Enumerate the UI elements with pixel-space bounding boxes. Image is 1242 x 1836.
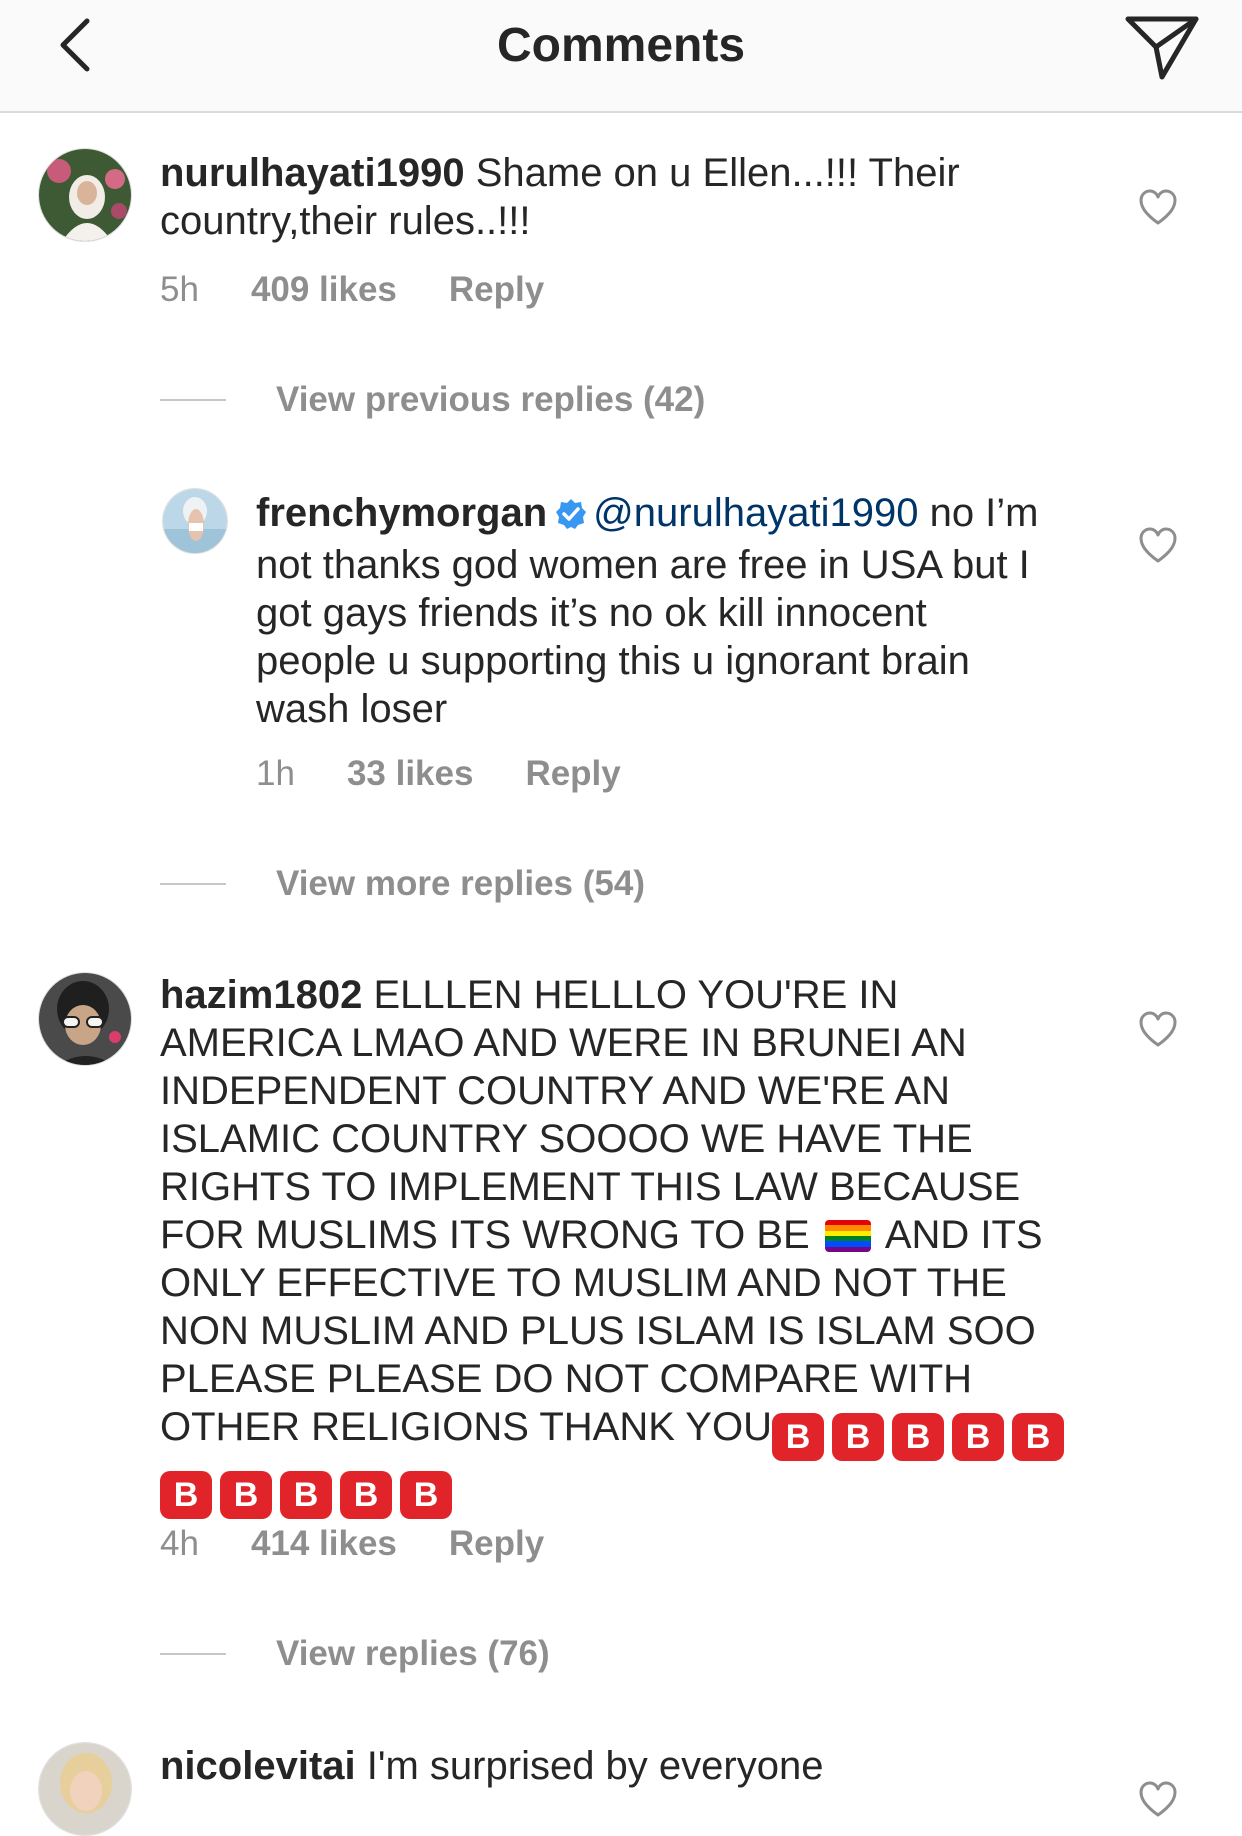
- rainbow-flag-emoji: [824, 1220, 871, 1252]
- view-replies-button[interactable]: View replies (76): [160, 1634, 550, 1674]
- b-button-emoji: B: [280, 1471, 332, 1519]
- b-button-emoji: B: [951, 1413, 1004, 1461]
- comment-time: 4h: [160, 1524, 199, 1563]
- verified-badge-icon: [555, 493, 587, 541]
- view-more-label: View more replies (54): [276, 864, 645, 903]
- view-replies-label: View previous replies (42): [276, 380, 706, 419]
- heart-outline-icon: [1139, 527, 1177, 563]
- b-button-emoji: B: [160, 1471, 212, 1519]
- comment-time: 5h: [160, 270, 199, 309]
- avatar[interactable]: [38, 972, 132, 1066]
- b-button-emoji: B: [891, 1413, 944, 1461]
- heart-outline-icon: [1139, 1011, 1177, 1047]
- b-button-emoji: B: [771, 1413, 824, 1461]
- reply-avatar[interactable]: [162, 488, 228, 554]
- like-button[interactable]: [1138, 1010, 1178, 1050]
- comment-text: hazim1802 ELLLEN HELLLO YOU'RE IN AMERIC…: [160, 971, 1080, 1519]
- reply-reply-button[interactable]: Reply: [525, 754, 620, 794]
- like-button[interactable]: [1138, 1780, 1178, 1820]
- likes-count[interactable]: 409 likes: [251, 270, 397, 310]
- divider: [160, 883, 226, 885]
- share-button[interactable]: [1122, 8, 1202, 88]
- b-button-emoji: B: [831, 1413, 884, 1461]
- reply-text: frenchymorgan @nurulhayati1990 no I’m not…: [256, 489, 1056, 733]
- b-button-emoji: B: [1011, 1413, 1064, 1461]
- comment-content: I'm surprised by everyone: [366, 1744, 824, 1788]
- b-button-emoji: B: [340, 1471, 392, 1519]
- heart-outline-icon: [1139, 189, 1177, 225]
- reply-like-button[interactable]: [1138, 526, 1178, 566]
- comment-text: nicolevitai I'm surprised by everyone: [160, 1742, 1040, 1790]
- page-title: Comments: [496, 19, 746, 72]
- comment-username[interactable]: nurulhayati1990: [160, 151, 465, 195]
- comment-text: nurulhayati1990 Shame on u Ellen...!!! T…: [160, 149, 1040, 245]
- comment-meta: 5h 409 likes Reply: [160, 270, 544, 310]
- reply-meta: 1h 33 likes Reply: [256, 754, 621, 794]
- reply-username[interactable]: frenchymorgan: [256, 491, 547, 535]
- comment-username[interactable]: nicolevitai: [160, 1744, 356, 1788]
- view-replies-label: View replies (76): [276, 1634, 550, 1673]
- avatar[interactable]: [38, 148, 132, 242]
- likes-count[interactable]: 414 likes: [251, 1524, 397, 1564]
- b-button-emoji: B: [220, 1471, 272, 1519]
- reply-time: 1h: [256, 754, 295, 793]
- heart-outline-icon: [1139, 1781, 1177, 1817]
- comment-meta: 4h 414 likes Reply: [160, 1524, 544, 1564]
- reply-button[interactable]: Reply: [449, 1524, 544, 1564]
- avatar[interactable]: [38, 1742, 132, 1836]
- reply-likes-count[interactable]: 33 likes: [347, 754, 474, 794]
- comment-username[interactable]: hazim1802: [160, 973, 362, 1017]
- view-previous-replies-button[interactable]: View previous replies (42): [160, 380, 705, 420]
- divider: [160, 1653, 226, 1655]
- b-button-emoji: B: [400, 1471, 452, 1519]
- like-button[interactable]: [1138, 188, 1178, 228]
- paper-plane-icon: [1125, 16, 1199, 80]
- divider: [160, 399, 226, 401]
- reply-button[interactable]: Reply: [449, 270, 544, 310]
- reply-mention[interactable]: @nurulhayati1990: [593, 491, 918, 535]
- top-bar: Comments: [0, 0, 1242, 113]
- view-more-replies-button[interactable]: View more replies (54): [160, 864, 645, 904]
